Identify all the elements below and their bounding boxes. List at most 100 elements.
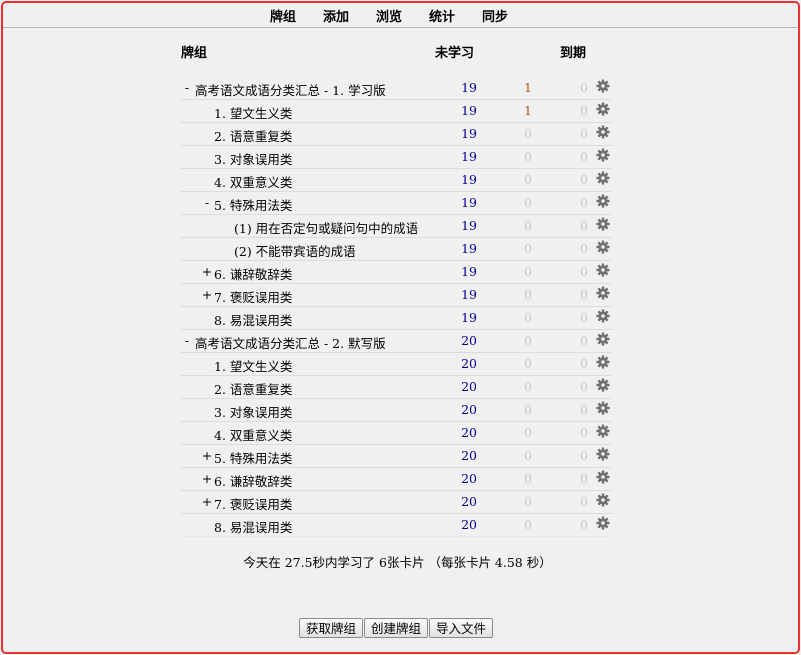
deck-name-link[interactable]: 2. 语意重复类 — [214, 379, 292, 398]
due-count: 0 — [580, 80, 588, 95]
deck-name-link[interactable]: 7. 褒贬误用类 — [214, 494, 292, 513]
gear-icon[interactable] — [596, 309, 610, 323]
new-count: 20 — [461, 402, 477, 417]
due-count: 0 — [580, 195, 588, 210]
deck-name-link[interactable]: 3. 对象误用类 — [214, 149, 292, 168]
nav-decks[interactable]: 牌组 — [270, 6, 296, 25]
gear-icon[interactable] — [596, 240, 610, 254]
learn-count: 0 — [524, 448, 532, 463]
nav-sync[interactable]: 同步 — [482, 6, 508, 25]
deck-row: - 高考语文成语分类汇总 - 1. 学习版 19 1 0 — [180, 77, 612, 100]
deck-name-link[interactable]: 3. 对象误用类 — [214, 402, 292, 421]
expand-collapse-toggle[interactable]: + — [200, 494, 214, 509]
deck-name-link[interactable]: 1. 望文生义类 — [214, 356, 292, 375]
header-deck: 牌组 — [181, 46, 208, 61]
deck-name-link[interactable]: (2) 不能带宾语的成语 — [234, 241, 356, 260]
new-count: 19 — [461, 80, 477, 95]
deck-name-link[interactable]: 4. 双重意义类 — [214, 425, 292, 444]
expand-collapse-toggle[interactable]: + — [200, 264, 214, 279]
gear-icon[interactable] — [596, 424, 610, 438]
new-count: 20 — [461, 494, 477, 509]
gear-icon[interactable] — [596, 79, 610, 93]
deck-row: (2) 不能带宾语的成语 19 0 0 — [180, 238, 612, 261]
deck-name-link[interactable]: 6. 谦辞敬辞类 — [214, 471, 292, 490]
learn-count: 0 — [524, 356, 532, 371]
learn-count: 0 — [524, 287, 532, 302]
gear-icon[interactable] — [596, 217, 610, 231]
new-count: 20 — [461, 379, 477, 394]
gear-icon[interactable] — [596, 194, 610, 208]
gear-icon[interactable] — [596, 148, 610, 162]
expand-collapse-toggle[interactable]: + — [200, 448, 214, 463]
get-shared-button[interactable]: 获取牌组 — [299, 618, 364, 638]
learn-count: 0 — [524, 126, 532, 141]
deck-name-link[interactable]: 7. 褒贬误用类 — [214, 287, 292, 306]
due-count: 0 — [580, 448, 588, 463]
new-count: 19 — [461, 172, 477, 187]
create-deck-button[interactable]: 创建牌组 — [364, 618, 429, 638]
nav-stats[interactable]: 统计 — [429, 6, 455, 25]
deck-row: 1. 望文生义类 20 0 0 — [180, 353, 612, 376]
gear-icon[interactable] — [596, 378, 610, 392]
gear-icon[interactable] — [596, 401, 610, 415]
new-count: 19 — [461, 149, 477, 164]
learn-count: 0 — [524, 402, 532, 417]
gear-icon[interactable] — [596, 286, 610, 300]
due-count: 0 — [580, 425, 588, 440]
expand-collapse-toggle[interactable]: + — [200, 287, 214, 302]
due-count: 0 — [580, 287, 588, 302]
deck-row: 2. 语意重复类 20 0 0 — [180, 376, 612, 399]
deck-name-link[interactable]: 高考语文成语分类汇总 - 2. 默写版 — [195, 333, 386, 352]
new-count: 19 — [461, 126, 477, 141]
deck-name-link[interactable]: 高考语文成语分类汇总 - 1. 学习版 — [195, 80, 386, 99]
new-count: 19 — [461, 264, 477, 279]
gear-icon[interactable] — [596, 332, 610, 346]
due-count: 0 — [580, 103, 588, 118]
import-file-button[interactable]: 导入文件 — [429, 618, 494, 638]
due-count: 0 — [580, 471, 588, 486]
due-count: 0 — [580, 218, 588, 233]
gear-icon[interactable] — [596, 447, 610, 461]
deck-row: 8. 易混误用类 19 0 0 — [180, 307, 612, 330]
gear-icon[interactable] — [596, 493, 610, 507]
due-count: 0 — [580, 402, 588, 417]
expand-collapse-toggle[interactable]: - — [180, 80, 194, 95]
learn-count: 0 — [524, 149, 532, 164]
learn-count: 0 — [524, 471, 532, 486]
learn-count: 0 — [524, 333, 532, 348]
learn-count: 0 — [524, 241, 532, 256]
gear-icon[interactable] — [596, 125, 610, 139]
nav-browse[interactable]: 浏览 — [376, 6, 402, 25]
expand-collapse-toggle[interactable]: - — [200, 195, 214, 210]
expand-collapse-toggle[interactable]: - — [180, 333, 194, 348]
deck-name-link[interactable]: 8. 易混误用类 — [214, 517, 292, 536]
new-count: 19 — [461, 287, 477, 302]
deck-name-link[interactable]: 8. 易混误用类 — [214, 310, 292, 329]
due-count: 0 — [580, 310, 588, 325]
due-count: 0 — [580, 517, 588, 532]
new-count: 20 — [461, 517, 477, 532]
deck-row: +5. 特殊用法类 20 0 0 — [180, 445, 612, 468]
gear-icon[interactable] — [596, 171, 610, 185]
learn-count: 1 — [524, 103, 532, 118]
new-count: 20 — [461, 356, 477, 371]
deck-row: +7. 褒贬误用类 20 0 0 — [180, 491, 612, 514]
deck-name-link[interactable]: 5. 特殊用法类 — [214, 448, 292, 467]
deck-name-link[interactable]: 6. 谦辞敬辞类 — [214, 264, 292, 283]
gear-icon[interactable] — [596, 516, 610, 530]
deck-name-link[interactable]: 1. 望文生义类 — [214, 103, 292, 122]
deck-name-link[interactable]: 4. 双重意义类 — [214, 172, 292, 191]
expand-collapse-toggle[interactable]: + — [200, 471, 214, 486]
deck-name-link[interactable]: 2. 语意重复类 — [214, 126, 292, 145]
new-count: 19 — [461, 195, 477, 210]
deck-name-link[interactable]: 5. 特殊用法类 — [214, 195, 292, 214]
gear-icon[interactable] — [596, 470, 610, 484]
gear-icon[interactable] — [596, 263, 610, 277]
due-count: 0 — [580, 379, 588, 394]
gear-icon[interactable] — [596, 355, 610, 369]
nav-add[interactable]: 添加 — [323, 6, 349, 25]
deck-name-link[interactable]: (1) 用在否定句或疑问句中的成语 — [234, 218, 418, 237]
gear-icon[interactable] — [596, 102, 610, 116]
due-count: 0 — [580, 494, 588, 509]
deck-row: 3. 对象误用类 20 0 0 — [180, 399, 612, 422]
